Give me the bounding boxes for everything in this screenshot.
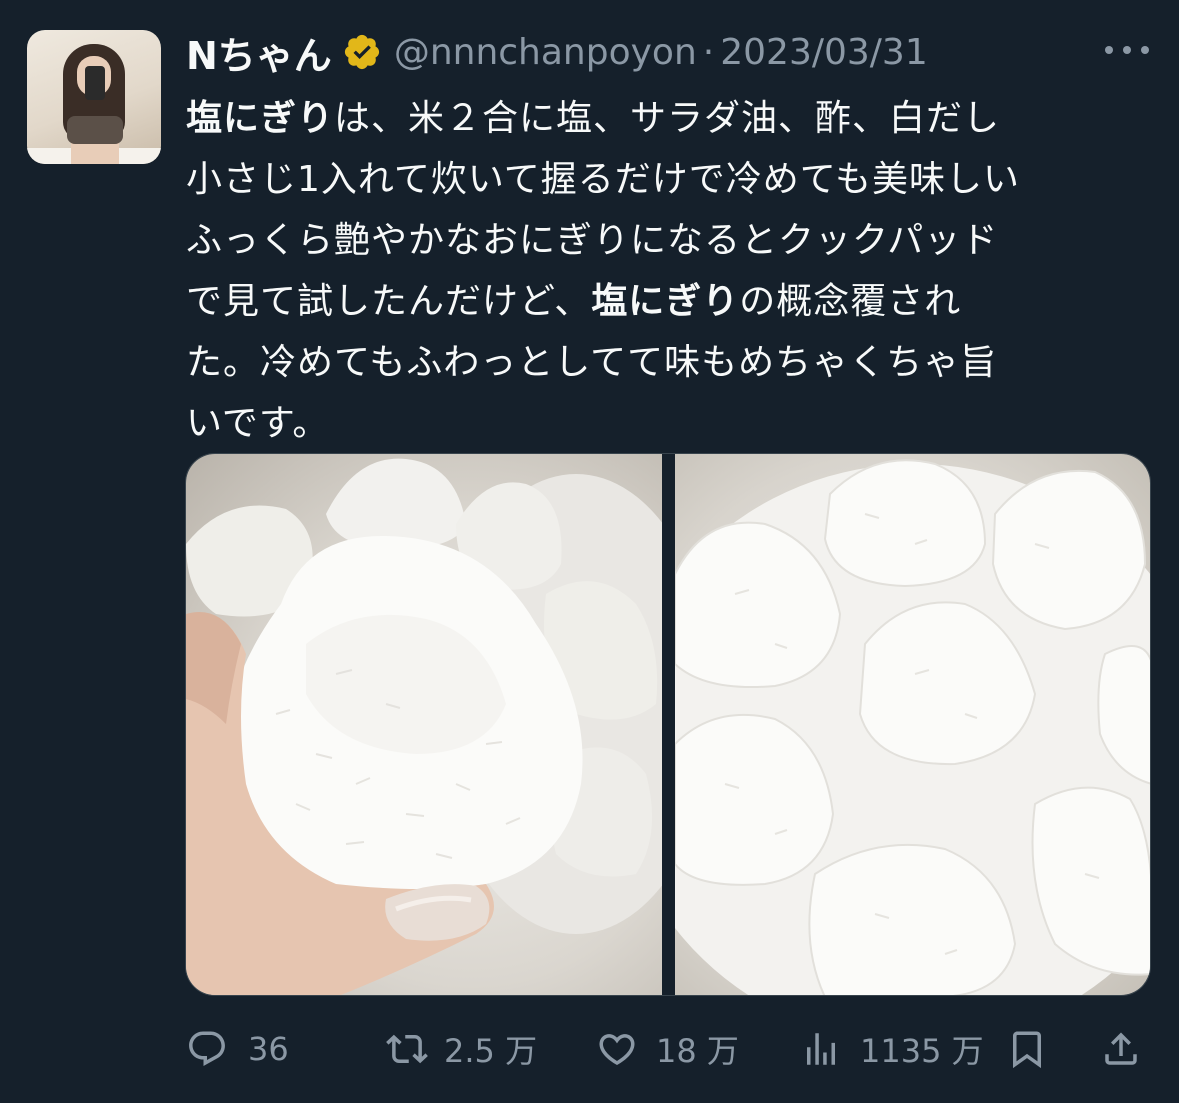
avatar-top xyxy=(67,116,123,144)
bookmark-button[interactable] xyxy=(1006,1026,1048,1072)
views-count: 1135 万 xyxy=(860,1032,984,1070)
avatar[interactable] xyxy=(27,30,161,164)
author-handle[interactable]: @nnnchanpoyon xyxy=(394,32,697,73)
media-grid xyxy=(185,453,1151,996)
like-icon xyxy=(599,1034,635,1066)
photo-onigiri-on-plate[interactable] xyxy=(675,454,1150,995)
action-bar: 36 2.5 万 18 万 1135 万 xyxy=(186,1026,1146,1072)
verified-badge-icon[interactable] xyxy=(342,32,382,72)
like-button[interactable]: 18 万 xyxy=(596,1026,739,1072)
tweet: Nちゃん @nnnchanpoyon · 2023/03/31 塩にぎりは、米２… xyxy=(0,0,1179,1103)
tweet-text-line: 小さじ1入れて炊いて握るだけで冷めても美味しい xyxy=(186,149,1141,210)
tweet-text-segment: いです。 xyxy=(186,403,330,444)
tweet-text-segment: 小さじ1入れて炊いて握るだけで冷めても美味しい xyxy=(186,159,1020,200)
more-dot xyxy=(1123,46,1131,54)
tweet-text-segment: ふっくら艶やかなおにぎりになるとクックパッド xyxy=(186,220,999,261)
tweet-text-line: いです。 xyxy=(186,393,1141,454)
share-button[interactable] xyxy=(1100,1026,1142,1072)
tweet-text-line: で見て試したんだけど、塩にぎりの概念覆され xyxy=(186,271,1141,332)
tweet-text-bold: 塩にぎり xyxy=(591,281,740,322)
retweet-count: 2.5 万 xyxy=(444,1032,538,1070)
views-icon xyxy=(807,1033,835,1065)
tweet-text-bold: 塩にぎり xyxy=(186,98,335,139)
tweet-text: 塩にぎりは、米２合に塩、サラダ油、酢、白だし 小さじ1入れて炊いて握るだけで冷めて… xyxy=(186,88,1141,454)
reply-button[interactable]: 36 xyxy=(186,1026,289,1072)
more-dot xyxy=(1105,46,1113,54)
avatar-phone xyxy=(85,66,105,100)
tweet-date[interactable]: 2023/03/31 xyxy=(720,32,928,73)
reply-icon xyxy=(189,1031,225,1066)
more-options-icon[interactable] xyxy=(1105,38,1149,62)
separator: · xyxy=(702,31,715,73)
share-icon xyxy=(1105,1032,1137,1065)
like-count: 18 万 xyxy=(656,1032,739,1070)
tweet-text-line: た。冷めてもふわっとしてて味もめちゃくちゃ旨 xyxy=(186,332,1141,393)
author-name[interactable]: Nちゃん xyxy=(186,25,332,80)
tweet-header: Nちゃん @nnnchanpoyon · 2023/03/31 xyxy=(186,26,928,78)
views-button[interactable]: 1135 万 xyxy=(800,1026,984,1072)
reply-count: 36 xyxy=(248,1030,289,1068)
tweet-text-line: 塩にぎりは、米２合に塩、サラダ油、酢、白だし xyxy=(186,88,1141,149)
photo-onigiri-in-hand[interactable] xyxy=(186,454,662,995)
retweet-button[interactable]: 2.5 万 xyxy=(386,1026,537,1072)
tweet-text-segment: た。冷めてもふわっとしてて味もめちゃくちゃ旨 xyxy=(186,342,998,383)
tweet-text-segment: で見て試したんだけど、 xyxy=(186,281,592,322)
retweet-icon xyxy=(386,1034,428,1064)
tweet-text-segment: は、米２合に塩、サラダ油、酢、白だし xyxy=(334,98,1001,139)
more-dot xyxy=(1141,46,1149,54)
tweet-text-segment: の概念覆され xyxy=(739,281,962,322)
tweet-text-line: ふっくら艶やかなおにぎりになるとクックパッド xyxy=(186,210,1141,271)
bookmark-icon xyxy=(1013,1031,1041,1069)
